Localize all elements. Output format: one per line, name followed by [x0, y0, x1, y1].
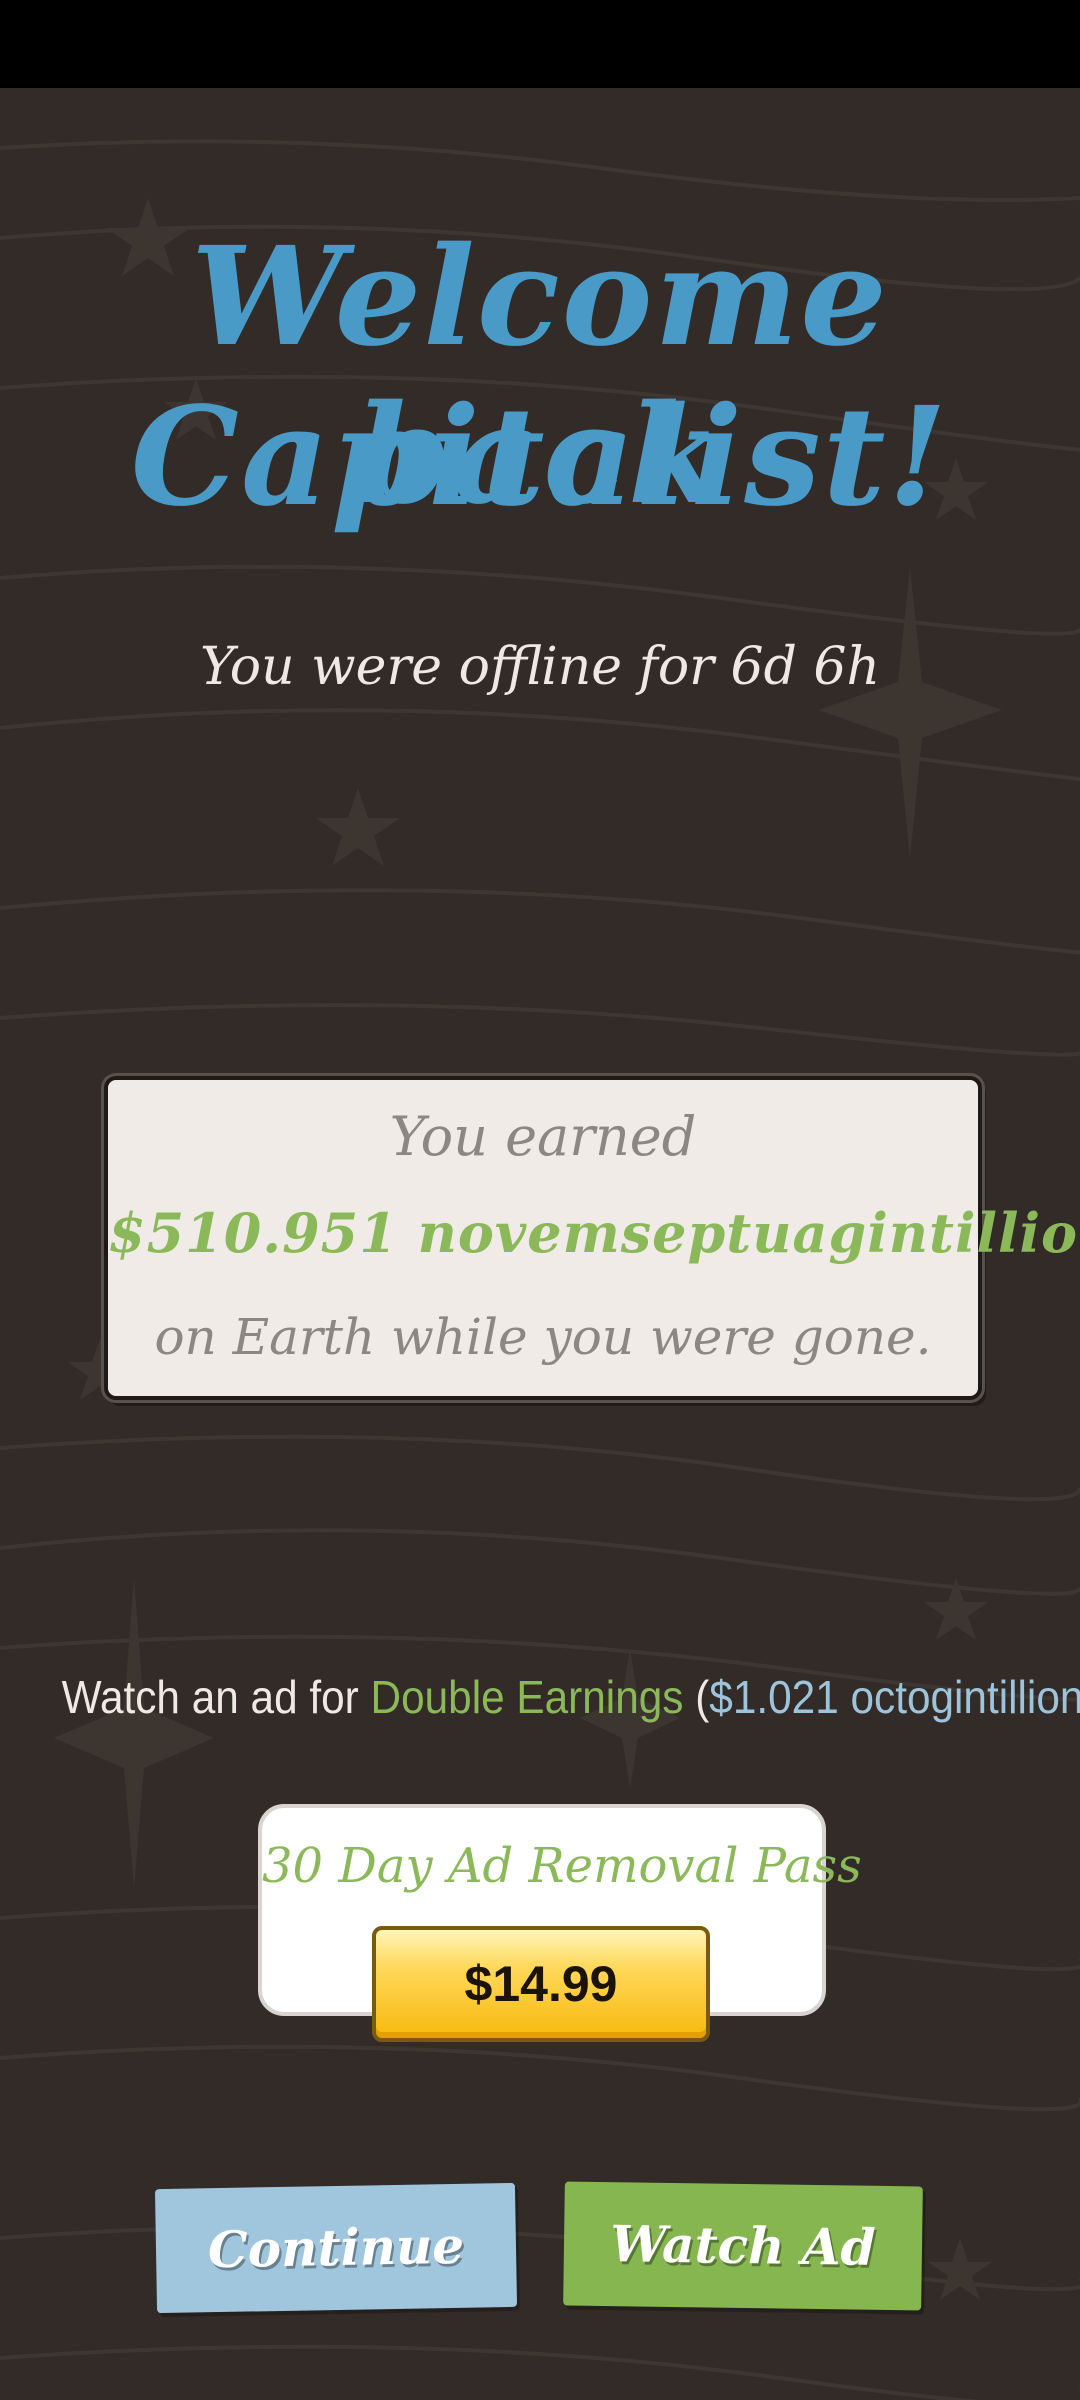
- ad-removal-price-button[interactable]: $14.99: [372, 1926, 710, 2042]
- earnings-location-text: on Earth while you were gone.: [154, 1308, 932, 1366]
- offer-prefix: Watch an ad for: [61, 1671, 371, 1723]
- watch-ad-button[interactable]: Watch Ad: [563, 2181, 923, 2311]
- double-earnings-offer: Watch an ad for Double Earnings ($1.021 …: [61, 1664, 1080, 1730]
- ad-removal-pass-title: 30 Day Ad Removal Pass: [262, 1838, 862, 1894]
- earnings-card: You earned $510.951 novemseptuagintillio…: [104, 1076, 1080, 1400]
- offer-open-paren: (: [683, 1671, 710, 1723]
- continue-button-label: Continue: [207, 2215, 465, 2280]
- offline-earnings-screen: Welcome back Capitalist! You were offlin…: [0, 0, 1080, 2400]
- continue-button[interactable]: Continue: [154, 2182, 518, 2314]
- welcome-title-line-2: Capitalist!: [130, 377, 950, 537]
- offer-value: $1.021 octogintillion: [709, 1671, 1080, 1723]
- earnings-label: You earned: [389, 1105, 697, 1168]
- watch-ad-button-label: Watch Ad: [609, 2214, 877, 2277]
- earnings-amount: $510.951 novemseptuagintillion: [108, 1201, 1080, 1265]
- offer-highlight: Double Earnings: [370, 1671, 684, 1723]
- status-bar: [0, 0, 1080, 88]
- offline-duration-text: You were offline for 6d 6h: [200, 637, 880, 697]
